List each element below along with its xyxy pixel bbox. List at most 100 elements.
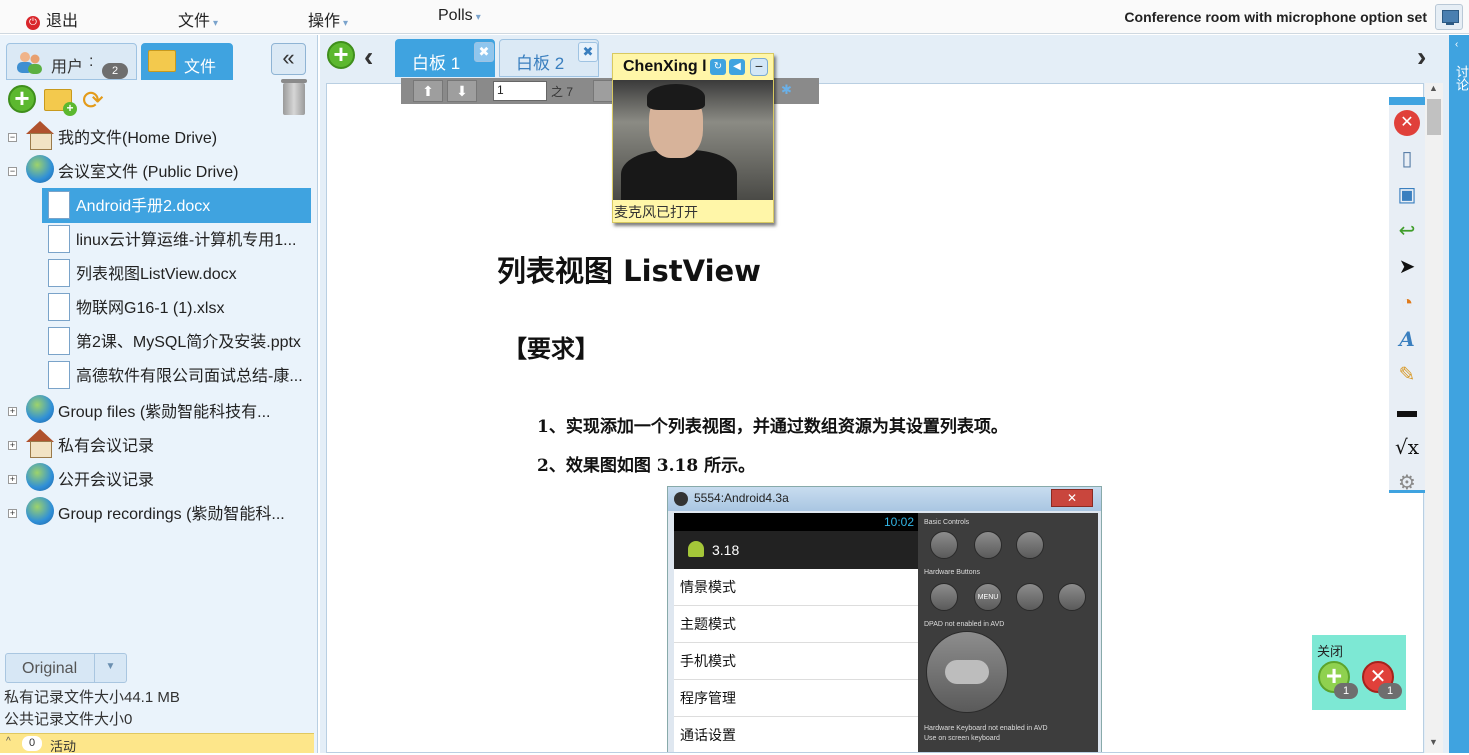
emulator-titlebar: 5554:Android4.3a ✕ — [668, 487, 1101, 511]
tree-item-private-records[interactable]: 私有会议记录 — [58, 430, 280, 464]
android-icon — [688, 541, 704, 557]
power-icon — [1016, 531, 1044, 559]
chevron-left-icon: ‹ — [1455, 39, 1459, 50]
chat-side-tab[interactable]: ‹ 讨论 — [1449, 35, 1469, 753]
whiteboard-canvas[interactable]: 列表视图 ListView 【要求】 1、实现添加一个列表视图，并通过数组资源为… — [326, 83, 1424, 753]
tab-whiteboard-1[interactable]: 白板 1 ✖ — [395, 39, 495, 77]
expand-toggle[interactable]: + — [8, 407, 17, 416]
minimize-icon[interactable]: − — [750, 58, 768, 76]
tab-files[interactable]: 文件 — [141, 43, 233, 80]
add-whiteboard-icon[interactable]: + — [327, 41, 355, 69]
expand-toggle[interactable]: + — [8, 475, 17, 484]
tree-item-file[interactable]: linux云计算运维-计算机专用1... — [76, 224, 308, 258]
collapse-toggle[interactable]: − — [8, 167, 17, 176]
original-select[interactable]: Original ▼ — [5, 653, 127, 683]
undo-icon[interactable]: ↩ — [1394, 218, 1420, 244]
private-records-size: 私有记录文件大小44.1 MB — [4, 689, 180, 706]
tree-item-file[interactable]: 第2课、MySQL简介及安装.pptx — [76, 326, 308, 360]
tree-item-file[interactable]: 列表视图ListView.docx — [76, 258, 308, 292]
tree-item-public-drive[interactable]: 会议室文件 (Public Drive) — [58, 156, 308, 190]
document-title: 列表视图 ListView — [497, 254, 761, 288]
refresh-icon[interactable]: ⟳ — [82, 85, 104, 116]
scroll-thumb[interactable] — [1427, 99, 1441, 135]
chevron-down-icon[interactable]: ▼ — [94, 654, 126, 682]
tree-item-file[interactable]: 高德软件有限公司面试总结-康... — [76, 360, 308, 394]
tree-item-file[interactable]: 物联网G16-1 (1).xlsx — [76, 292, 308, 326]
tree-item-home-drive[interactable]: 我的文件(Home Drive) — [58, 122, 308, 156]
original-label: Original — [22, 660, 78, 677]
document-line: 2、效果图如图 3.18 所示。 — [537, 456, 756, 476]
arrow-up-icon[interactable]: ⬆ — [413, 80, 443, 102]
tab-whiteboard-2[interactable]: 白板 2 ✖ — [499, 39, 599, 77]
scroll-up-icon[interactable]: ▲ — [1429, 83, 1438, 93]
tree-item-group-files[interactable]: Group files (紫勋智能科技有... — [58, 396, 280, 430]
public-records-size: 公共记录文件大小0 — [4, 711, 133, 728]
tab-users-label: 用户 — [51, 59, 84, 76]
tree-item-public-records[interactable]: 公开会议记录 — [58, 464, 280, 498]
close-label[interactable]: 关闭 — [1317, 641, 1343, 660]
back-icon — [1016, 583, 1044, 611]
page-input[interactable]: 1 — [493, 81, 547, 101]
chevron-left-icon[interactable]: ‹ — [364, 41, 373, 73]
tree-item-group-recordings[interactable]: Group recordings (紫勋智能科... — [58, 498, 290, 532]
zoom-select[interactable] — [593, 80, 613, 102]
speaker-icon[interactable]: ◀ — [729, 59, 745, 75]
collapse-toggle[interactable]: − — [8, 133, 17, 142]
settings-icon[interactable]: ✱ — [781, 82, 792, 98]
arrow-down-icon[interactable]: ⬇ — [447, 80, 477, 102]
emulator-title: 5554:Android4.3a — [694, 491, 789, 505]
exit-button[interactable]: ⏻ 退出 — [26, 7, 78, 31]
video-window[interactable]: ChenXing l ↻ ◀ − 麦克风已打开 — [612, 53, 774, 223]
participant-name: ChenXing l — [623, 58, 707, 75]
android-icon — [674, 492, 688, 506]
list-item: 情景模式 — [674, 569, 918, 606]
tab-label: 白板 2 — [516, 54, 565, 73]
document-icon — [48, 327, 70, 355]
clear-page-icon[interactable]: ▯ — [1394, 146, 1420, 172]
tab-users[interactable]: 用户: 2 — [6, 43, 137, 80]
home-icon — [930, 583, 958, 611]
chevron-right-icon[interactable]: › — [1417, 41, 1426, 73]
left-panel: 用户: 2 文件 « + ⟳ − 我的文件(Home Drive) − 会议室文… — [0, 35, 318, 754]
file-menu-label: 文件 — [178, 13, 211, 30]
list-item: 主题模式 — [674, 606, 918, 643]
pointer-icon[interactable]: ➤ — [1394, 254, 1420, 280]
expand-toggle[interactable]: + — [8, 509, 17, 518]
action-menu[interactable]: 操作 ▾ — [308, 7, 348, 31]
text-tool-icon[interactable]: A — [1394, 326, 1420, 352]
formula-icon[interactable]: √x — [1394, 434, 1420, 460]
list-item: 通话设置 — [674, 717, 918, 752]
gear-icon[interactable]: ⚙ — [1394, 470, 1420, 496]
action-bar: 3.18 — [674, 531, 918, 569]
menu-icon: MENU — [974, 583, 1002, 611]
close-icon[interactable]: ✖ — [474, 42, 494, 62]
close-icon[interactable]: ✖ — [578, 42, 598, 62]
document-icon — [48, 361, 70, 389]
save-icon[interactable]: ▣ — [1394, 182, 1420, 208]
trash-icon[interactable] — [281, 79, 307, 115]
document-icon — [48, 293, 70, 321]
dpad-icon — [926, 631, 1008, 713]
add-folder-icon[interactable] — [44, 89, 77, 116]
search-icon — [1058, 583, 1086, 611]
polls-menu[interactable]: Polls ▾ — [438, 7, 481, 25]
brush-icon[interactable]: ✎ — [1394, 362, 1420, 388]
expand-toggle[interactable]: + — [8, 441, 17, 450]
tree-item-file[interactable]: Android手册2.docx — [76, 190, 306, 224]
vertical-scrollbar[interactable]: ▲ ▼ — [1425, 83, 1443, 753]
microphone-status: 麦克风已打开 — [614, 204, 698, 220]
screen-share-button[interactable] — [1435, 4, 1463, 30]
lasso-icon[interactable]: ◔ — [1394, 290, 1420, 316]
scroll-down-icon[interactable]: ▼ — [1429, 737, 1438, 747]
page-total: 之 7 — [551, 85, 574, 99]
collapse-panel-button[interactable]: « — [271, 43, 306, 75]
whiteboard-toolbar: ✕ ▯ ▣ ↩ ➤ ◔ A ✎ ▬ √x ⚙ — [1389, 97, 1425, 496]
file-menu[interactable]: 文件 ▾ — [178, 7, 218, 31]
add-file-icon[interactable]: + — [8, 85, 36, 113]
hardware-buttons-label: Hardware Buttons — [924, 569, 981, 576]
tab-label: 白板 1 — [412, 54, 461, 73]
close-icon[interactable]: ✕ — [1394, 110, 1420, 136]
eraser-icon[interactable]: ▬ — [1394, 398, 1420, 424]
activity-bar[interactable]: ^ 0 活动 — [0, 733, 314, 754]
refresh-icon[interactable]: ↻ — [710, 59, 726, 75]
